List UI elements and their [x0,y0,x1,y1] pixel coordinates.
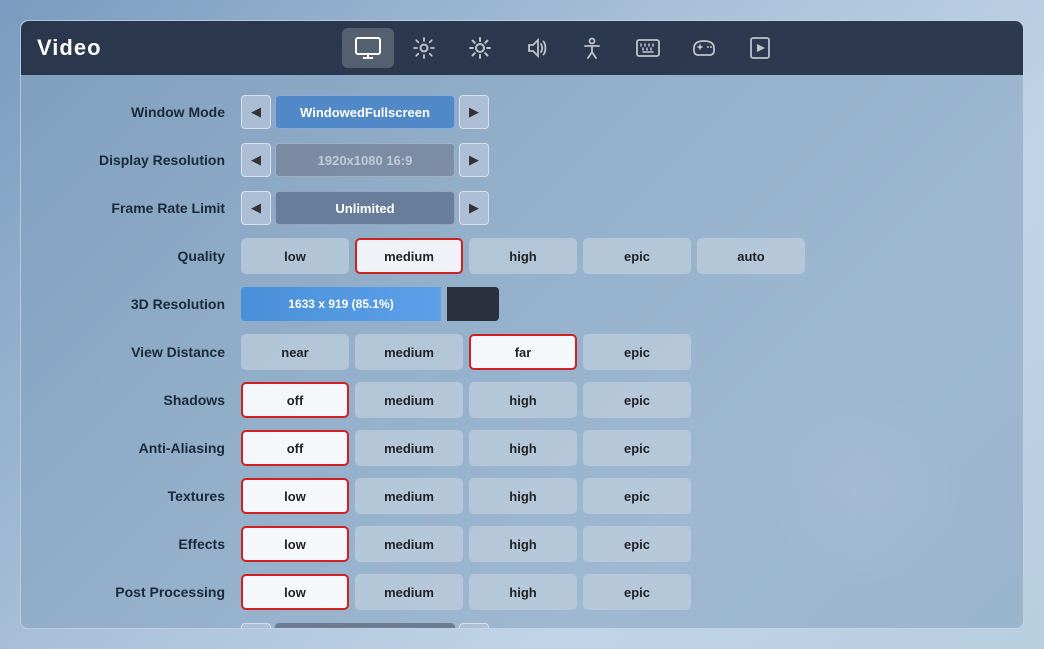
resolution-3d-row: 3D Resolution 1633 x 919 (85.1%) [61,285,983,323]
post-processing-high[interactable]: high [469,574,577,610]
frame-rate-label: Frame Rate Limit [61,200,241,216]
effects-group: low medium high epic [241,526,691,562]
window-mode-label: Window Mode [61,104,241,120]
textures-group: low medium high epic [241,478,691,514]
post-processing-low[interactable]: low [241,574,349,610]
effects-high[interactable]: high [469,526,577,562]
anti-aliasing-epic[interactable]: epic [583,430,691,466]
effects-row: Effects low medium high epic [61,525,983,563]
display-resolution-label: Display Resolution [61,152,241,168]
quality-epic[interactable]: epic [583,238,691,274]
resolution-3d-control: 1633 x 919 (85.1%) [241,287,499,321]
display-resolution-next[interactable]: ▶ [459,143,489,177]
display-resolution-row: Display Resolution ◀ 1920x1080 16:9 ▶ [61,141,983,179]
view-distance-label: View Distance [61,344,241,360]
frame-rate-next[interactable]: ▶ [459,191,489,225]
view-distance-far[interactable]: far [469,334,577,370]
effects-label: Effects [61,536,241,552]
anti-aliasing-off[interactable]: off [241,430,349,466]
view-distance-medium[interactable]: medium [355,334,463,370]
anti-aliasing-high[interactable]: high [469,430,577,466]
tab-monitor[interactable] [342,28,394,68]
frame-rate-selector: ◀ Unlimited ▶ [241,191,489,225]
textures-label: Textures [61,488,241,504]
settings-content: Window Mode ◀ WindowedFullscreen ▶ Displ… [21,75,1023,629]
window-mode-next[interactable]: ▶ [459,95,489,129]
navbar: Video [21,21,1023,75]
anti-aliasing-label: Anti-Aliasing [61,440,241,456]
tab-audio[interactable] [510,28,562,68]
post-processing-medium[interactable]: medium [355,574,463,610]
shadows-epic[interactable]: epic [583,382,691,418]
textures-epic[interactable]: epic [583,478,691,514]
post-processing-row: Post Processing low medium high epic [61,573,983,611]
textures-high[interactable]: high [469,478,577,514]
window-mode-row: Window Mode ◀ WindowedFullscreen ▶ [61,93,983,131]
resolution-3d-label: 3D Resolution [61,296,241,312]
tab-gamepad[interactable] [678,28,730,68]
shadows-high[interactable]: high [469,382,577,418]
vsync-row: Vsync ◀ Off ▶ [61,621,983,629]
view-distance-near[interactable]: near [241,334,349,370]
tab-keyboard[interactable] [622,28,674,68]
window-mode-prev[interactable]: ◀ [241,95,271,129]
quality-medium[interactable]: medium [355,238,463,274]
post-processing-epic[interactable]: epic [583,574,691,610]
display-resolution-selector: ◀ 1920x1080 16:9 ▶ [241,143,489,177]
vsync-selector: ◀ Off ▶ [241,623,489,629]
vsync-next[interactable]: ▶ [459,623,489,629]
view-distance-row: View Distance near medium far epic [61,333,983,371]
vsync-prev[interactable]: ◀ [241,623,271,629]
textures-medium[interactable]: medium [355,478,463,514]
post-processing-group: low medium high epic [241,574,691,610]
tab-brightness[interactable] [454,28,506,68]
view-distance-epic[interactable]: epic [583,334,691,370]
frame-rate-prev[interactable]: ◀ [241,191,271,225]
post-processing-label: Post Processing [61,584,241,600]
anti-aliasing-medium[interactable]: medium [355,430,463,466]
tab-settings[interactable] [398,28,450,68]
anti-aliasing-row: Anti-Aliasing off medium high epic [61,429,983,467]
window-mode-value: WindowedFullscreen [275,95,455,129]
quality-auto[interactable]: auto [697,238,805,274]
view-distance-group: near medium far epic [241,334,691,370]
effects-epic[interactable]: epic [583,526,691,562]
tab-play[interactable] [734,28,786,68]
effects-medium[interactable]: medium [355,526,463,562]
quality-high[interactable]: high [469,238,577,274]
window-mode-selector: ◀ WindowedFullscreen ▶ [241,95,489,129]
nav-tabs [122,28,1007,68]
quality-label: Quality [61,248,241,264]
tab-accessibility[interactable] [566,28,618,68]
shadows-label: Shadows [61,392,241,408]
quality-btn-group: low medium high epic auto [241,238,805,274]
quality-row: Quality low medium high epic auto [61,237,983,275]
resolution-3d-bar-end [447,287,499,321]
shadows-off[interactable]: off [241,382,349,418]
frame-rate-row: Frame Rate Limit ◀ Unlimited ▶ [61,189,983,227]
display-resolution-value: 1920x1080 16:9 [275,143,455,177]
effects-low[interactable]: low [241,526,349,562]
shadows-medium[interactable]: medium [355,382,463,418]
textures-row: Textures low medium high epic [61,477,983,515]
vsync-value: Off [275,623,455,629]
main-window: Video [20,20,1024,629]
page-title: Video [37,35,102,61]
resolution-3d-bar[interactable]: 1633 x 919 (85.1%) [241,287,441,321]
shadows-group: off medium high epic [241,382,691,418]
quality-low[interactable]: low [241,238,349,274]
anti-aliasing-group: off medium high epic [241,430,691,466]
display-resolution-prev[interactable]: ◀ [241,143,271,177]
shadows-row: Shadows off medium high epic [61,381,983,419]
frame-rate-value: Unlimited [275,191,455,225]
textures-low[interactable]: low [241,478,349,514]
